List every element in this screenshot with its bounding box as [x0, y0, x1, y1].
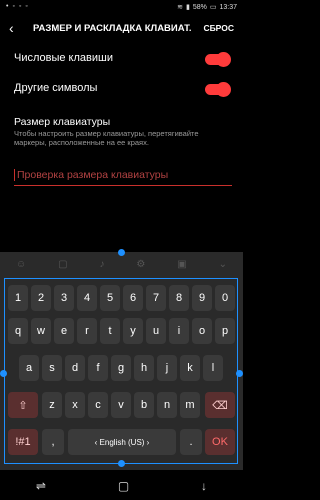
resize-handle-top[interactable]	[118, 249, 125, 256]
other-symbols-toggle[interactable]	[205, 82, 231, 97]
status-right: ≋ ▮ 58% ▭ 13:37	[177, 3, 237, 12]
comma-key[interactable]: ,	[42, 429, 64, 455]
key-u[interactable]: u	[146, 318, 166, 344]
key-1[interactable]: 1	[8, 285, 28, 311]
key-5[interactable]: 5	[100, 285, 120, 311]
key-i[interactable]: i	[169, 318, 189, 344]
setting-row-numeric-keys[interactable]: Числовые клавиши	[14, 48, 231, 70]
numeric-keys-label: Числовые клавиши	[14, 52, 113, 64]
key-v[interactable]: v	[111, 392, 131, 418]
reset-button[interactable]: СБРОС	[203, 23, 234, 33]
key-9[interactable]: 9	[192, 285, 212, 311]
sticker-icon[interactable]: ▢	[58, 259, 67, 270]
key-6[interactable]: 6	[123, 285, 143, 311]
key-a[interactable]: a	[19, 355, 39, 381]
toggle-knob	[216, 52, 231, 67]
key-c[interactable]: c	[88, 392, 108, 418]
setting-row-other-symbols[interactable]: Другие символы	[14, 78, 231, 100]
resize-icon[interactable]: ▣	[177, 259, 186, 270]
key-8[interactable]: 8	[169, 285, 189, 311]
clock: 13:37	[219, 3, 237, 11]
letter-row-2: a s d f g h j k l	[8, 355, 236, 383]
preview-placeholder: Проверка размера клавиатуры	[17, 169, 169, 181]
status-left-icons: • ◦ ◦ ◦	[6, 3, 29, 10]
key-f[interactable]: f	[88, 355, 108, 381]
backspace-icon: ⌫	[212, 399, 228, 412]
key-p[interactable]: p	[215, 318, 235, 344]
toggle-knob	[216, 82, 231, 97]
status-bar: • ◦ ◦ ◦ ≋ ▮ 58% ▭ 13:37	[0, 0, 243, 14]
app-bar: ‹ РАЗМЕР И РАСКЛАДКА КЛАВИАТ... СБРОС	[0, 14, 243, 44]
key-0[interactable]: 0	[215, 285, 235, 311]
signal-icon: ▮	[185, 4, 190, 11]
keyboard-size-description: Чтобы настроить размер клавиатуры, перет…	[14, 129, 199, 147]
key-d[interactable]: d	[65, 355, 85, 381]
key-m[interactable]: m	[180, 392, 200, 418]
numeric-keys-toggle[interactable]	[205, 52, 231, 67]
emoji-icon[interactable]: ☺	[16, 259, 26, 270]
text-caret	[14, 169, 15, 181]
back-arrow-icon[interactable]: ‹	[9, 20, 14, 36]
space-key[interactable]: ‹ English (US) ›	[68, 429, 176, 455]
navigation-bar: ⇌ ▢ ↓	[0, 472, 243, 500]
voice-icon[interactable]: ♪	[99, 259, 104, 270]
recents-icon[interactable]: ⇌	[36, 479, 46, 493]
back-icon[interactable]: ↓	[201, 479, 207, 493]
shift-icon: ⇧	[18, 399, 28, 412]
key-y[interactable]: y	[123, 318, 143, 344]
home-icon[interactable]: ▢	[118, 479, 129, 493]
shift-key[interactable]: ⇧	[8, 392, 38, 418]
key-h[interactable]: h	[134, 355, 154, 381]
key-4[interactable]: 4	[77, 285, 97, 311]
key-j[interactable]: j	[157, 355, 177, 381]
resize-handle-right[interactable]	[236, 370, 243, 377]
symbols-key[interactable]: !#1	[8, 429, 38, 455]
wifi-icon: ≋	[177, 4, 183, 11]
key-2[interactable]: 2	[31, 285, 51, 311]
key-z[interactable]: z	[42, 392, 62, 418]
battery-icon: ▭	[209, 4, 217, 11]
period-key[interactable]: .	[180, 429, 202, 455]
bottom-row: !#1 , ‹ English (US) › . OK	[8, 429, 236, 457]
key-t[interactable]: t	[100, 318, 120, 344]
chevron-down-icon[interactable]: ⌄	[219, 259, 227, 270]
ok-key[interactable]: OK	[205, 429, 235, 455]
key-x[interactable]: x	[65, 392, 85, 418]
key-o[interactable]: o	[192, 318, 212, 344]
key-w[interactable]: w	[31, 318, 51, 344]
page-title: РАЗМЕР И РАСКЛАДКА КЛАВИАТ...	[33, 23, 191, 34]
backspace-key[interactable]: ⌫	[205, 392, 235, 418]
key-q[interactable]: q	[8, 318, 28, 344]
resize-handle-bottom[interactable]	[118, 460, 125, 467]
keyboard-size-title: Размер клавиатуры	[14, 116, 111, 128]
key-g[interactable]: g	[111, 355, 131, 381]
key-l[interactable]: l	[203, 355, 223, 381]
letter-row-3: ⇧ z x c v b n m ⌫	[8, 392, 236, 420]
key-k[interactable]: k	[180, 355, 200, 381]
keyboard-size-preview-input[interactable]: Проверка размера клавиатуры	[14, 167, 232, 186]
key-e[interactable]: e	[54, 318, 74, 344]
key-7[interactable]: 7	[146, 285, 166, 311]
key-b[interactable]: b	[134, 392, 154, 418]
key-s[interactable]: s	[42, 355, 62, 381]
letter-row-1: q w e r t y u i o p	[8, 318, 236, 346]
number-row: 1 2 3 4 5 6 7 8 9 0	[8, 285, 236, 313]
other-symbols-label: Другие символы	[14, 82, 98, 94]
key-r[interactable]: r	[77, 318, 97, 344]
resize-handle-left[interactable]	[0, 370, 7, 377]
key-3[interactable]: 3	[54, 285, 74, 311]
gear-icon[interactable]: ⚙	[136, 259, 145, 270]
key-n[interactable]: n	[157, 392, 177, 418]
battery-level: 58%	[192, 3, 207, 11]
